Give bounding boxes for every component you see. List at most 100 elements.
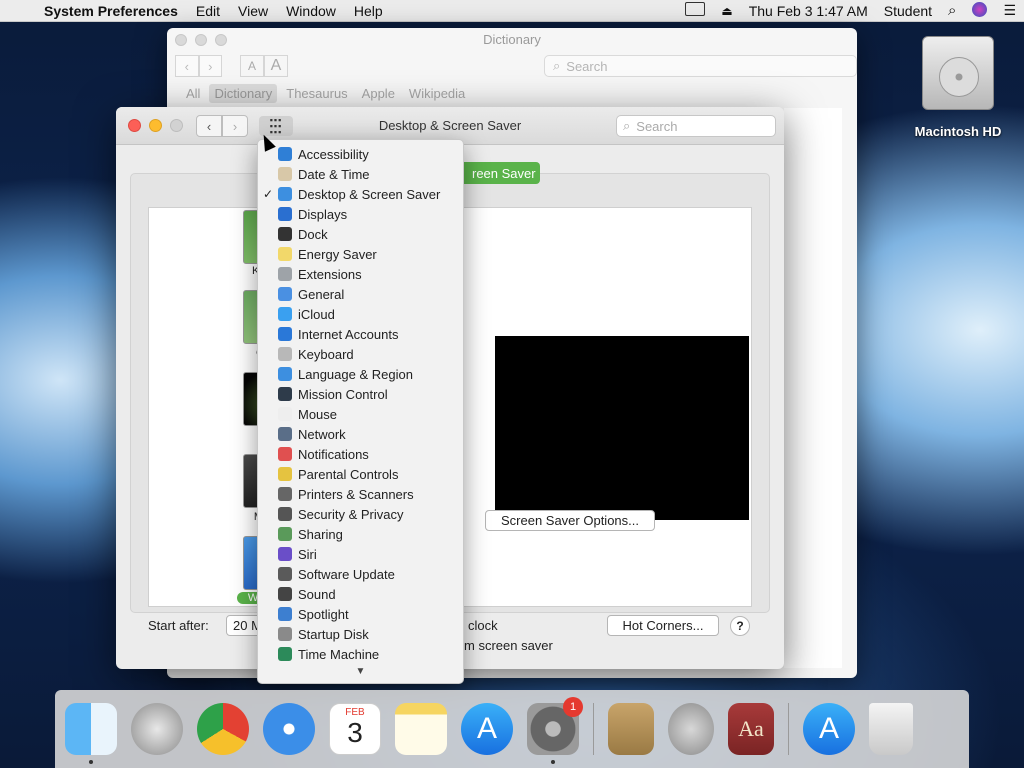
menu-item-security-privacy[interactable]: Security & Privacy bbox=[258, 504, 463, 524]
scroll-down-arrow-icon[interactable]: ▼ bbox=[258, 666, 463, 677]
system-preferences-icon[interactable]: 1 bbox=[527, 697, 583, 764]
screen-saver-options-button[interactable]: Screen Saver Options... bbox=[485, 510, 655, 531]
trash-icon[interactable] bbox=[869, 703, 913, 755]
mouse-icon bbox=[278, 407, 292, 421]
menu-item-extensions[interactable]: Extensions bbox=[258, 264, 463, 284]
hot-corners-button[interactable]: Hot Corners... bbox=[607, 615, 719, 636]
menu-item-label: Dock bbox=[298, 226, 328, 242]
menu-item-label: Keyboard bbox=[298, 346, 354, 362]
time-machine-icon bbox=[278, 647, 292, 661]
tab-apple[interactable]: Apple bbox=[357, 84, 400, 103]
menu-item-siri[interactable]: Siri bbox=[258, 544, 463, 564]
menu-item-printers-scanners[interactable]: Printers & Scanners bbox=[258, 484, 463, 504]
user-menu[interactable]: Student bbox=[876, 3, 940, 19]
menu-item-mouse[interactable]: Mouse bbox=[258, 404, 463, 424]
macintosh-hd-desktop-icon[interactable]: Macintosh HD bbox=[906, 36, 1010, 139]
dictionary-toolbar: ‹ › A A ⌕ Search bbox=[167, 52, 857, 80]
forward-button[interactable]: › bbox=[198, 55, 222, 77]
spotlight-icon[interactable]: ⌕ bbox=[940, 2, 964, 19]
at-icon bbox=[278, 327, 292, 341]
menu-item-displays[interactable]: Displays bbox=[258, 204, 463, 224]
clock-icon bbox=[278, 167, 292, 181]
dock-separator bbox=[593, 703, 594, 755]
menu-item-software-update[interactable]: Software Update bbox=[258, 564, 463, 584]
dictionary-icon[interactable]: Aa bbox=[728, 703, 774, 755]
finder-icon[interactable] bbox=[65, 703, 117, 764]
prefs-search-input[interactable]: ⌕ Search bbox=[616, 115, 776, 137]
siri-menubar-icon[interactable] bbox=[964, 1, 995, 20]
font-smaller-button[interactable]: A bbox=[240, 55, 264, 77]
menu-help[interactable]: Help bbox=[345, 3, 392, 19]
notes-icon[interactable] bbox=[395, 703, 447, 755]
menu-item-label: Parental Controls bbox=[298, 466, 399, 482]
menu-item-notifications[interactable]: Notifications bbox=[258, 444, 463, 464]
tab-wikipedia[interactable]: Wikipedia bbox=[404, 84, 470, 103]
menubar-clock[interactable]: Thu Feb 3 1:47 AM bbox=[741, 3, 876, 19]
menu-item-internet-accounts[interactable]: Internet Accounts bbox=[258, 324, 463, 344]
notification-center-icon[interactable]: ☰ bbox=[995, 2, 1024, 19]
menu-edit[interactable]: Edit bbox=[187, 3, 229, 19]
show-clock-label: clock bbox=[468, 618, 498, 633]
back-button[interactable]: ‹ bbox=[175, 55, 199, 77]
menu-item-general[interactable]: General bbox=[258, 284, 463, 304]
random-screen-saver-label: m screen saver bbox=[464, 638, 553, 653]
menu-item-label: Internet Accounts bbox=[298, 326, 399, 342]
menu-item-label: Sharing bbox=[298, 526, 343, 542]
menu-window[interactable]: Window bbox=[277, 3, 345, 19]
archive-utility-icon[interactable] bbox=[608, 703, 654, 755]
menu-item-label: Mouse bbox=[298, 406, 338, 422]
menu-bar: System Preferences Edit View Window Help… bbox=[0, 0, 1024, 22]
menu-view[interactable]: View bbox=[229, 3, 277, 19]
menu-item-language-region[interactable]: Language & Region bbox=[258, 364, 463, 384]
hard-disk-icon bbox=[922, 36, 994, 110]
font-larger-button[interactable]: A bbox=[264, 55, 288, 77]
minimize-button[interactable] bbox=[195, 34, 207, 46]
safari-icon[interactable] bbox=[263, 703, 315, 755]
app-store-downloads-icon[interactable]: A bbox=[803, 703, 855, 755]
menu-item-dock[interactable]: Dock bbox=[258, 224, 463, 244]
menu-item-startup-disk[interactable]: Startup Disk bbox=[258, 624, 463, 644]
help-button[interactable]: ? bbox=[730, 616, 750, 636]
menu-item-spotlight[interactable]: Spotlight bbox=[258, 604, 463, 624]
menu-item-time-machine[interactable]: Time Machine bbox=[258, 644, 463, 664]
chrome-icon[interactable] bbox=[197, 703, 249, 755]
menu-item-energy-saver[interactable]: Energy Saver bbox=[258, 244, 463, 264]
menu-item-network[interactable]: Network bbox=[258, 424, 463, 444]
bell-icon bbox=[278, 447, 292, 461]
launchpad-icon[interactable] bbox=[131, 703, 183, 755]
tab-thesaurus[interactable]: Thesaurus bbox=[281, 84, 352, 103]
menu-item-parental-controls[interactable]: Parental Controls bbox=[258, 464, 463, 484]
tab-dictionary[interactable]: Dictionary bbox=[209, 83, 278, 103]
eject-icon[interactable]: ⏏ bbox=[713, 4, 740, 18]
menu-item-label: Sound bbox=[298, 586, 336, 602]
show-all-popup-menu: Accessibility Date & Time ✓ Desktop & Scree… bbox=[257, 139, 464, 684]
menu-item-mission-control[interactable]: Mission Control bbox=[258, 384, 463, 404]
calendar-day: 3 bbox=[347, 717, 363, 748]
menu-item-label: Spotlight bbox=[298, 606, 349, 622]
app-store-icon[interactable]: A bbox=[461, 703, 513, 755]
menu-item-label: Network bbox=[298, 426, 346, 442]
tab-all[interactable]: All bbox=[181, 84, 205, 103]
app-menu[interactable]: System Preferences bbox=[40, 3, 187, 19]
automator-icon[interactable] bbox=[668, 703, 714, 755]
menu-item-icloud[interactable]: iCloud bbox=[258, 304, 463, 324]
lightbulb-icon bbox=[278, 247, 292, 261]
flag-icon bbox=[278, 367, 292, 381]
calendar-icon[interactable]: FEB 3 bbox=[329, 703, 381, 755]
zoom-button[interactable] bbox=[215, 34, 227, 46]
menu-item-desktop-screen-saver[interactable]: ✓ Desktop & Screen Saver bbox=[258, 184, 463, 204]
menu-item-date-time[interactable]: Date & Time bbox=[258, 164, 463, 184]
search-icon bbox=[278, 607, 292, 621]
lock-icon bbox=[278, 507, 292, 521]
menu-item-sound[interactable]: Sound bbox=[258, 584, 463, 604]
menu-item-accessibility[interactable]: Accessibility bbox=[258, 144, 463, 164]
menu-item-sharing[interactable]: Sharing bbox=[258, 524, 463, 544]
dictionary-tabs: All Dictionary Thesaurus Apple Wikipedia bbox=[167, 80, 857, 106]
menu-item-label: Startup Disk bbox=[298, 626, 369, 642]
close-button[interactable] bbox=[175, 34, 187, 46]
menu-item-label: Time Machine bbox=[298, 646, 380, 662]
display-mirroring-icon[interactable] bbox=[677, 2, 713, 19]
dictionary-content bbox=[784, 108, 842, 668]
dictionary-search-input[interactable]: ⌕ Search bbox=[544, 55, 857, 77]
menu-item-keyboard[interactable]: Keyboard bbox=[258, 344, 463, 364]
